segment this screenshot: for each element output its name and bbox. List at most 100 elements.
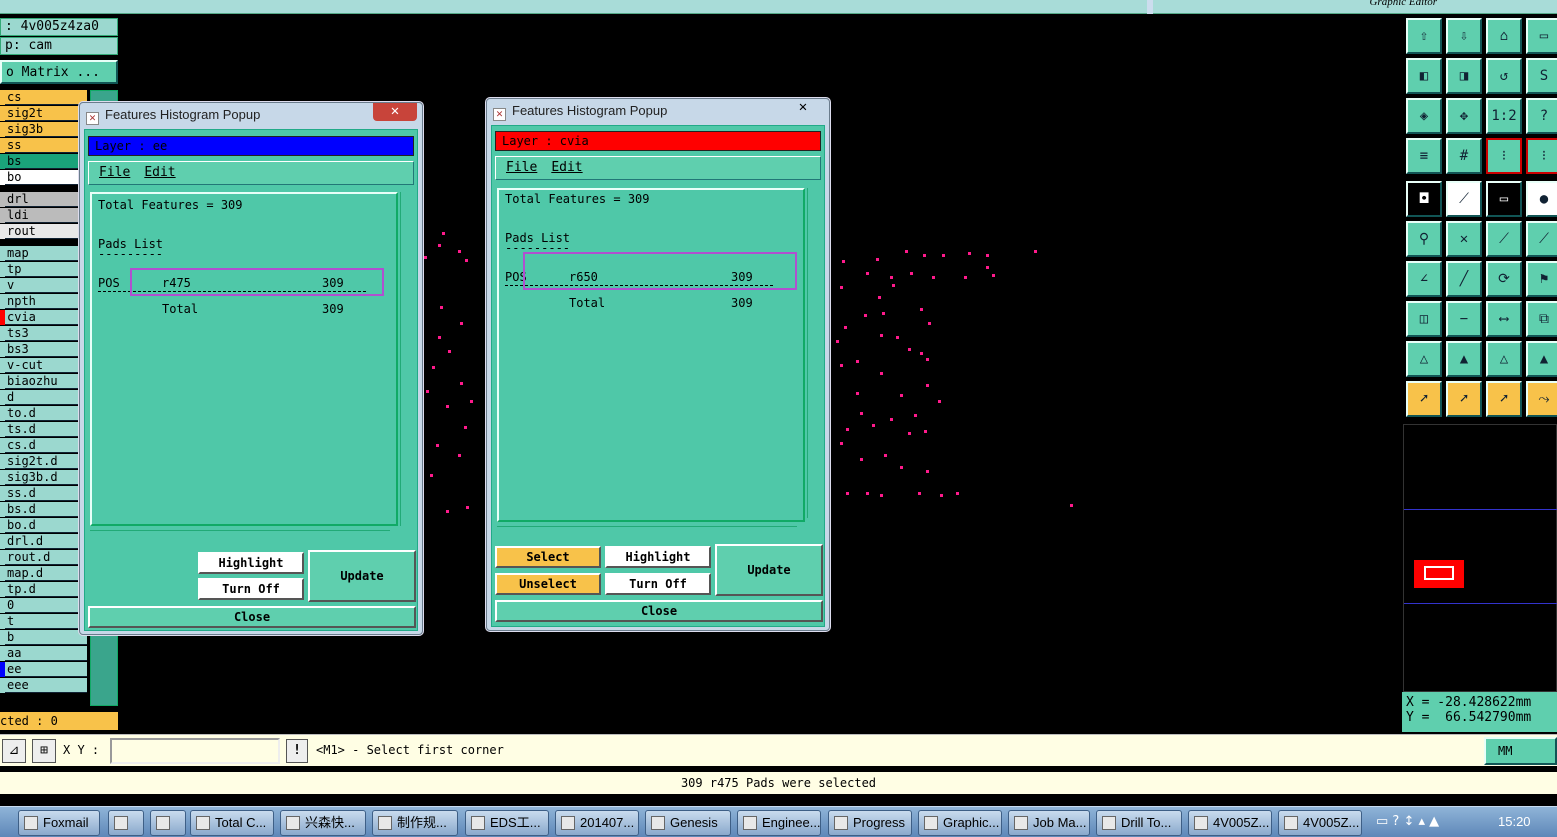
layer-item[interactable]: map: [5, 246, 87, 261]
layer-item[interactable]: cs.d: [5, 438, 87, 453]
pointer-box-icon[interactable]: ➚: [1446, 381, 1482, 417]
measure-tool-icon[interactable]: ⊿: [2, 739, 26, 763]
cross-icon[interactable]: ✕: [1446, 221, 1482, 257]
pointer-icon[interactable]: ➚: [1406, 381, 1442, 417]
taskbar-item[interactable]: Progress: [828, 810, 912, 836]
pan-right-icon[interactable]: ◨: [1446, 58, 1482, 94]
layer-item[interactable]: eee: [5, 678, 87, 693]
triangle-more-icon[interactable]: ▲: [1526, 341, 1557, 377]
close-button[interactable]: Close: [88, 606, 416, 628]
layer-item[interactable]: ldi: [5, 208, 87, 223]
layer-item[interactable]: d: [5, 390, 87, 405]
close-icon[interactable]: ✕: [373, 103, 417, 121]
rotate-icon[interactable]: ↺: [1486, 58, 1522, 94]
layer-item[interactable]: drl.d: [5, 534, 87, 549]
taskbar-item[interactable]: EDS工...: [465, 810, 549, 836]
route-icon[interactable]: ⤳: [1526, 381, 1557, 417]
layer-item[interactable]: biaozhu: [5, 374, 87, 389]
triangle-icon[interactable]: △: [1406, 341, 1442, 377]
flag-icon[interactable]: ⚑: [1526, 261, 1557, 297]
layer-item[interactable]: cvia: [5, 310, 87, 325]
horizontal-scrollbar[interactable]: [90, 530, 390, 541]
vertical-scrollbar[interactable]: [400, 192, 412, 526]
scale-icon[interactable]: 1:2: [1486, 98, 1522, 134]
close-button[interactable]: Close: [495, 600, 823, 622]
span-icon[interactable]: ⟷: [1486, 301, 1522, 337]
snap-alt-icon[interactable]: ⁝: [1526, 138, 1557, 174]
layer-item[interactable]: sig2t: [5, 106, 87, 121]
ruler-icon[interactable]: ▭: [1486, 181, 1522, 217]
pointer-circle-icon[interactable]: ➚: [1486, 381, 1522, 417]
highlight-button[interactable]: Highlight: [198, 552, 304, 574]
layer-item[interactable]: rout: [5, 224, 87, 239]
arc-icon[interactable]: ⟳: [1486, 261, 1522, 297]
zoom-center-icon[interactable]: ✥: [1446, 98, 1482, 134]
layer-item[interactable]: t: [5, 614, 87, 629]
connect-icon[interactable]: ⚲: [1406, 221, 1442, 257]
layer-item[interactable]: rout.d: [5, 550, 87, 565]
line-icon[interactable]: ⟋: [1446, 181, 1482, 217]
layer-item[interactable]: npth: [5, 294, 87, 309]
layer-item[interactable]: sig2t.d: [5, 454, 87, 469]
highlight-button[interactable]: Highlight: [605, 546, 711, 568]
layer-item[interactable]: bo: [5, 170, 87, 185]
taskbar-item[interactable]: Enginee...: [737, 810, 821, 836]
triangle-alt-icon[interactable]: ▲: [1446, 341, 1482, 377]
layer-item[interactable]: v-cut: [5, 358, 87, 373]
menu-file[interactable]: File: [99, 165, 130, 180]
taskbar-item[interactable]: Graphic...: [918, 810, 1002, 836]
taskbar-item[interactable]: 兴森快...: [280, 810, 366, 836]
layer-item[interactable]: cs: [5, 90, 87, 105]
layer-item[interactable]: map.d: [5, 566, 87, 581]
menu-edit[interactable]: Edit: [551, 160, 582, 175]
layer-item[interactable]: bs.d: [5, 502, 87, 517]
snap-icon[interactable]: ⁝: [1486, 138, 1522, 174]
menu-edit[interactable]: Edit: [144, 165, 175, 180]
histogram-text-area[interactable]: Total Features = 309 Pads List ---------…: [90, 192, 398, 526]
horizontal-scrollbar[interactable]: [497, 526, 797, 537]
taskbar-item[interactable]: [150, 810, 186, 836]
layer-item[interactable]: ts.d: [5, 422, 87, 437]
turn-off-button[interactable]: Turn Off: [198, 578, 304, 600]
help-icon[interactable]: ?: [1526, 98, 1557, 134]
layer-item[interactable]: bs: [5, 154, 87, 169]
grid-tool-icon[interactable]: ⊞: [32, 739, 56, 763]
alert-icon[interactable]: !: [286, 739, 308, 763]
job-label[interactable]: : 4v005z4za0: [0, 18, 118, 36]
blocks-icon[interactable]: ⧉: [1526, 301, 1557, 337]
close-icon[interactable]: ✕: [781, 99, 825, 117]
system-tray-icons[interactable]: ▭ ? ↕ ▴ ▲: [1376, 814, 1439, 829]
clock[interactable]: 15:20: [1498, 814, 1531, 829]
update-button[interactable]: Update: [715, 544, 823, 596]
layer-item[interactable]: tp.d: [5, 582, 87, 597]
menu-file[interactable]: File: [506, 160, 537, 175]
save-icon[interactable]: ⇩: [1446, 18, 1482, 54]
unselect-button[interactable]: Unselect: [495, 573, 601, 595]
update-button[interactable]: Update: [308, 550, 416, 602]
grid-icon[interactable]: #: [1446, 138, 1482, 174]
dot-icon[interactable]: ●: [1526, 181, 1557, 217]
pan-left-icon[interactable]: ◧: [1406, 58, 1442, 94]
pad-icon[interactable]: ◘: [1406, 181, 1442, 217]
units-selector[interactable]: MM: [1484, 737, 1557, 765]
taskbar-item[interactable]: Job Ma...: [1008, 810, 1090, 836]
layer-item[interactable]: ee: [5, 662, 87, 677]
layer-item[interactable]: drl: [5, 192, 87, 207]
layer-item[interactable]: 0: [5, 598, 87, 613]
open-icon[interactable]: ⇧: [1406, 18, 1442, 54]
taskbar-item[interactable]: 制作规...: [372, 810, 458, 836]
measure-alt-icon[interactable]: ⟋: [1526, 221, 1557, 257]
layer-item[interactable]: b: [5, 630, 87, 645]
taskbar-item[interactable]: 201407...: [555, 810, 639, 836]
triangle-outline-icon[interactable]: △: [1486, 341, 1522, 377]
home-icon[interactable]: ⌂: [1486, 18, 1522, 54]
zoom-fit-icon[interactable]: ◈: [1406, 98, 1442, 134]
layer-item[interactable]: ts3: [5, 326, 87, 341]
layer-item[interactable]: bs3: [5, 342, 87, 357]
mirror-icon[interactable]: S: [1526, 58, 1557, 94]
taskbar-item[interactable]: Drill To...: [1096, 810, 1182, 836]
layer-item[interactable]: ss.d: [5, 486, 87, 501]
overview-map[interactable]: [1403, 424, 1557, 692]
histogram-text-area[interactable]: Total Features = 309 Pads List ---------…: [497, 188, 805, 522]
angle-icon[interactable]: ∠: [1406, 261, 1442, 297]
